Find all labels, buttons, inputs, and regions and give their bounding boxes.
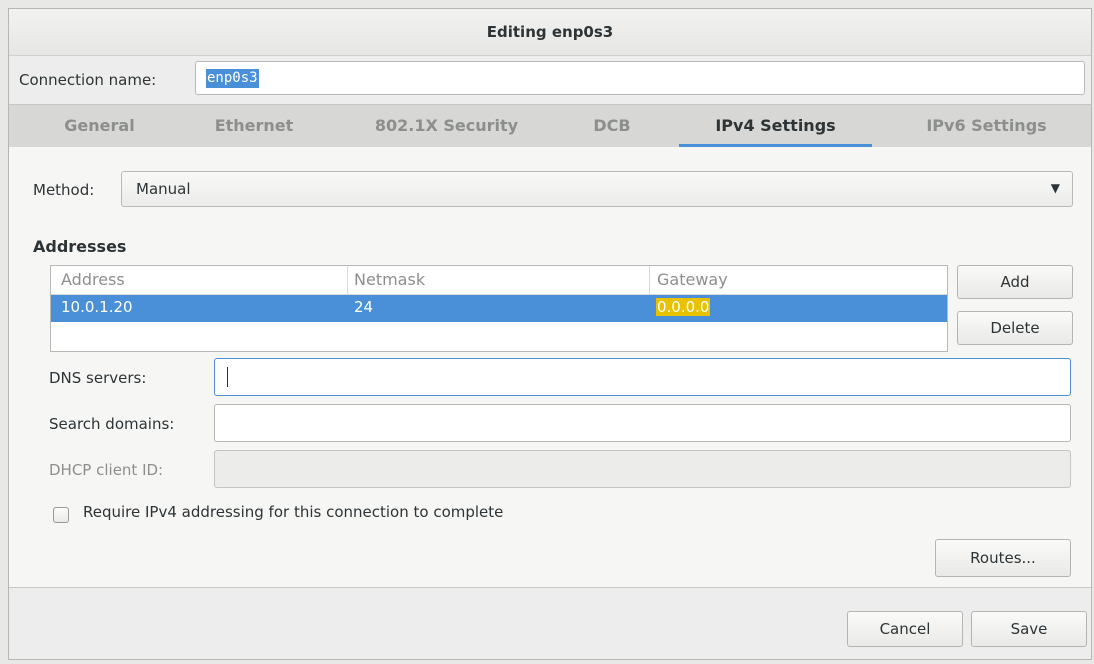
settings-tabs: General Ethernet 802.1X Security DCB IPv… (9, 104, 1091, 148)
method-dropdown[interactable]: Manual ▼ (121, 171, 1073, 207)
cancel-button[interactable]: Cancel (847, 611, 963, 647)
column-netmask[interactable]: Netmask (354, 270, 425, 289)
add-address-button[interactable]: Add (957, 265, 1073, 299)
column-divider (649, 266, 650, 294)
column-address[interactable]: Address (61, 270, 125, 289)
dns-servers-label: DNS servers: (49, 369, 147, 387)
table-row[interactable]: 10.0.1.20 24 0.0.0.0 (51, 295, 947, 322)
cell-netmask[interactable]: 24 (354, 298, 373, 316)
connection-name-label: Connection name: (19, 71, 157, 89)
connection-name-input[interactable]: enp0s3 (195, 61, 1085, 95)
delete-address-button[interactable]: Delete (957, 311, 1073, 345)
search-domains-label: Search domains: (49, 415, 175, 433)
dhcp-client-id-label: DHCP client ID: (49, 461, 164, 479)
cell-gateway[interactable]: 0.0.0.0 (656, 298, 711, 316)
connection-name-value: enp0s3 (206, 69, 259, 88)
chevron-down-icon: ▼ (1050, 181, 1060, 195)
dns-servers-input[interactable] (214, 358, 1071, 396)
window-title: Editing enp0s3 (9, 9, 1091, 56)
routes-button[interactable]: Routes... (935, 539, 1071, 577)
tab-ipv6-settings[interactable]: IPv6 Settings (894, 105, 1079, 147)
tab-ethernet[interactable]: Ethernet (189, 105, 319, 147)
column-gateway[interactable]: Gateway (657, 270, 728, 289)
dhcp-client-id-input (214, 450, 1071, 488)
search-domains-input[interactable] (214, 404, 1071, 442)
ipv4-settings-panel: Method: Manual ▼ Addresses Address Netma… (9, 147, 1091, 588)
cell-address[interactable]: 10.0.1.20 (61, 298, 133, 316)
method-value: Manual (136, 180, 191, 198)
require-ipv4-checkbox[interactable] (53, 507, 69, 523)
text-cursor (227, 367, 228, 387)
tab-dcb[interactable]: DCB (572, 105, 652, 147)
tab-8021x-security[interactable]: 802.1X Security (354, 105, 539, 147)
save-button[interactable]: Save (971, 611, 1087, 647)
column-divider (347, 266, 348, 294)
tab-general[interactable]: General (27, 105, 172, 147)
addresses-table[interactable]: Address Netmask Gateway 10.0.1.20 24 0.0… (50, 265, 948, 352)
table-header: Address Netmask Gateway (51, 266, 947, 295)
addresses-heading: Addresses (33, 237, 127, 256)
tab-ipv4-settings[interactable]: IPv4 Settings (679, 105, 872, 147)
method-label: Method: (33, 181, 95, 199)
require-ipv4-label[interactable]: Require IPv4 addressing for this connect… (83, 503, 503, 521)
edit-connection-dialog: Editing enp0s3 Connection name: enp0s3 G… (8, 8, 1092, 660)
connection-name-row: Connection name: enp0s3 (9, 61, 1091, 101)
